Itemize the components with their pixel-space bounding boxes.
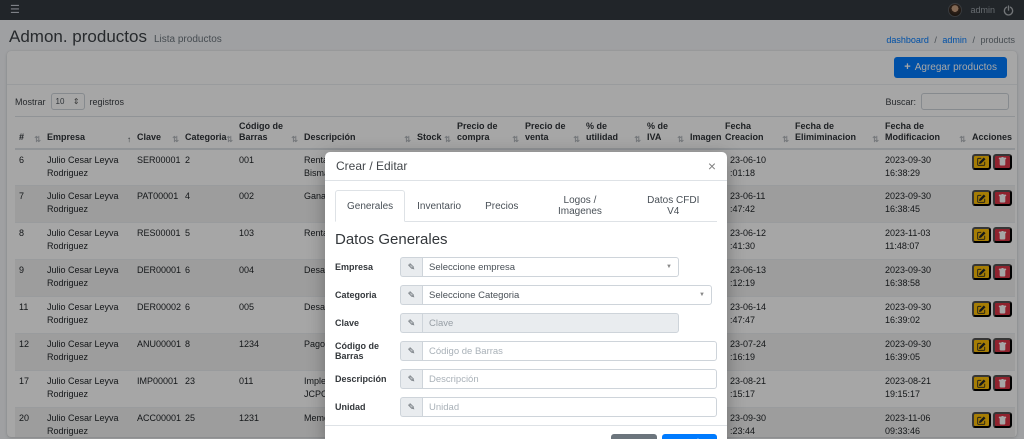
pencil-icon: ✎: [400, 397, 422, 417]
form-row: Descripción ✎ Descripción ▼: [335, 369, 717, 389]
form-row: Empresa ✎ Seleccione empresa ▼: [335, 257, 717, 277]
field-label: Empresa: [335, 262, 400, 272]
field-control[interactable]: Código de Barras ▼: [422, 341, 717, 361]
field-control[interactable]: Seleccione Categoria ▼: [422, 285, 712, 305]
modal-form: Empresa ✎ Seleccione empresa ▼ Categoria…: [335, 257, 717, 417]
pencil-icon: ✎: [400, 341, 422, 361]
modal-tab[interactable]: Logos / Imagenes: [530, 190, 629, 222]
field-label: Unidad: [335, 402, 400, 412]
chevron-down-icon: ▼: [699, 292, 705, 298]
close-icon[interactable]: ×: [708, 159, 716, 173]
field-label: Descripción: [335, 374, 400, 384]
form-row: Clave ✎ Clave ▼: [335, 313, 717, 333]
form-row: Unidad ✎ Unidad ▼: [335, 397, 717, 417]
pencil-icon: ✎: [400, 257, 422, 277]
pencil-icon: ✎: [400, 369, 422, 389]
field-control[interactable]: Descripción ▼: [422, 369, 717, 389]
modal-title: Crear / Editar: [336, 159, 407, 173]
modal-tab[interactable]: Inventario: [405, 190, 473, 222]
modal-tab[interactable]: Precios: [473, 190, 530, 222]
field-control[interactable]: Seleccione empresa ▼: [422, 257, 679, 277]
cancel-button[interactable]: Cerrar: [611, 434, 657, 439]
chevron-down-icon: ▼: [666, 264, 672, 270]
section-title: Datos Generales: [335, 231, 717, 248]
modal-tab[interactable]: Datos CFDI V4: [630, 190, 718, 222]
field-label: Categoria: [335, 290, 400, 300]
modal-tabs: Generales Inventario Precios Logos / Ima…: [335, 190, 717, 222]
modal-tab[interactable]: Generales: [335, 190, 405, 222]
save-button[interactable]: Guardar: [662, 434, 717, 439]
create-edit-modal: Crear / Editar × Generales Inventario Pr…: [325, 152, 727, 439]
form-row: Código de Barras ✎ Código de Barras ▼: [335, 341, 717, 361]
field-label: Clave: [335, 318, 400, 328]
field-control[interactable]: Clave ▼: [422, 313, 679, 333]
field-control[interactable]: Unidad ▼: [422, 397, 717, 417]
field-label: Código de Barras: [335, 341, 400, 361]
pencil-icon: ✎: [400, 285, 422, 305]
form-row: Categoria ✎ Seleccione Categoria ▼: [335, 285, 717, 305]
pencil-icon: ✎: [400, 313, 422, 333]
